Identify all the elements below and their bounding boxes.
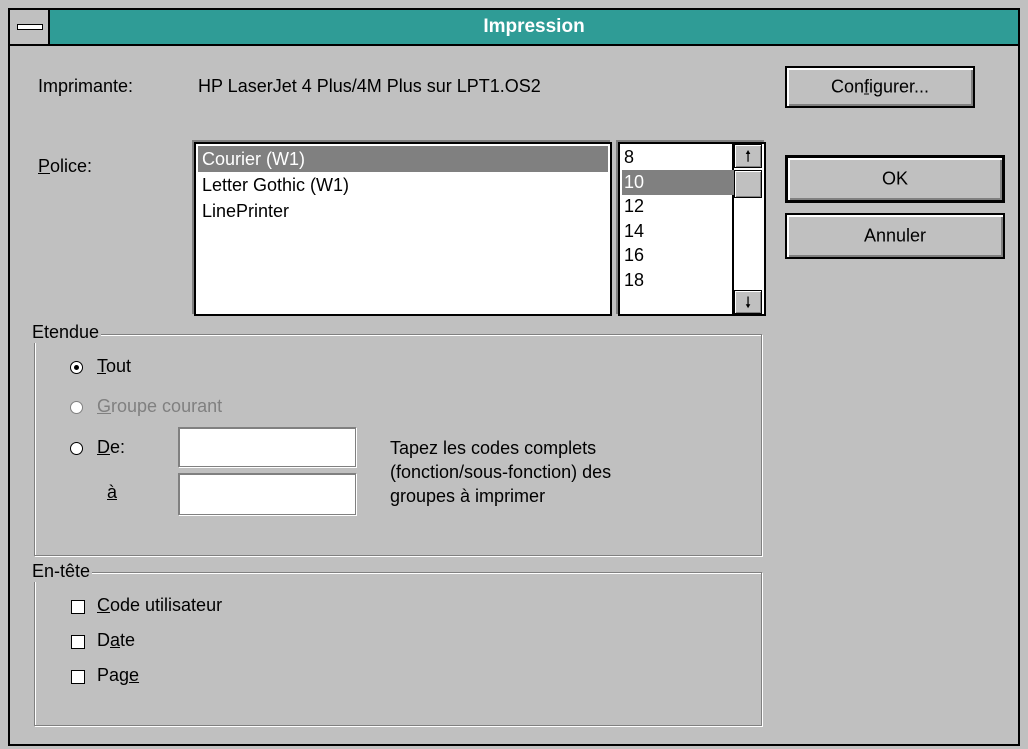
scroll-up-button[interactable]: 🠑 <box>734 144 762 168</box>
page-checkbox[interactable] <box>71 670 85 684</box>
configure-button-label: Configurer... <box>830 76 930 97</box>
from-input[interactable] <box>178 427 356 467</box>
size-list-item[interactable]: 18 <box>622 268 734 293</box>
range-group-label: Etendue <box>30 322 102 343</box>
date-label[interactable]: Date <box>97 630 135 651</box>
current-group-label[interactable]: Groupe courant <box>97 396 222 417</box>
system-menu-icon <box>17 24 43 30</box>
size-list-item[interactable]: 12 <box>622 194 734 219</box>
to-label: à <box>107 482 118 502</box>
size-list-item[interactable]: 14 <box>622 219 734 244</box>
range-hint: Tapez les codes complets (fonction/sous-… <box>390 436 611 508</box>
window-title: Impression <box>483 16 585 37</box>
cancel-button-label: Annuler <box>863 225 927 246</box>
user-code-checkbox[interactable] <box>71 600 85 614</box>
font-label: Police: <box>38 156 93 176</box>
scroll-down-button[interactable]: 🠓 <box>734 290 762 314</box>
user-code-label[interactable]: Code utilisateur <box>97 595 222 616</box>
font-list-item[interactable]: Courier (W1) <box>198 146 608 172</box>
font-list-item[interactable]: LinePrinter <box>198 198 608 224</box>
all-label[interactable]: Tout <box>97 356 131 377</box>
to-input[interactable] <box>178 473 356 515</box>
from-radio[interactable] <box>70 442 83 455</box>
ok-button-label: OK <box>881 168 908 189</box>
range-hint-line-3: groupes à imprimer <box>390 486 546 506</box>
size-listbox[interactable]: 🠑 🠓 8 10 12 14 16 18 <box>618 142 766 316</box>
current-group-radio[interactable] <box>70 401 83 414</box>
arrow-down-icon: 🠓 <box>745 294 751 310</box>
printer-label: Imprimante: <box>38 76 134 96</box>
font-list-item[interactable]: Letter Gothic (W1) <box>198 172 608 198</box>
cancel-button[interactable]: Annuler <box>785 213 1005 259</box>
arrow-up-icon: 🠑 <box>745 148 751 164</box>
range-hint-line-1: Tapez les codes complets <box>390 438 597 458</box>
size-list-item[interactable]: 16 <box>622 243 734 268</box>
from-label[interactable]: De: <box>97 437 125 458</box>
date-checkbox[interactable] <box>71 635 85 649</box>
page-label[interactable]: Page <box>97 665 139 686</box>
scroll-thumb[interactable] <box>734 170 762 198</box>
size-list-item[interactable]: 8 <box>622 145 734 170</box>
title-bar: Impression <box>10 10 1018 46</box>
font-listbox[interactable]: Courier (W1) Letter Gothic (W1) LinePrinte… <box>194 142 612 316</box>
printer-name: HP LaserJet 4 Plus/4M Plus sur LPT1.OS2 <box>198 76 541 96</box>
system-menu-button[interactable] <box>10 10 50 44</box>
size-list-item[interactable]: 10 <box>622 169 734 195</box>
range-hint-line-2: (fonction/sous-fonction) des <box>390 462 612 482</box>
all-radio[interactable] <box>70 361 83 374</box>
configure-button[interactable]: Configurer... <box>785 66 975 108</box>
ok-button[interactable]: OK <box>785 155 1005 203</box>
header-group-label: En-tête <box>30 561 93 582</box>
